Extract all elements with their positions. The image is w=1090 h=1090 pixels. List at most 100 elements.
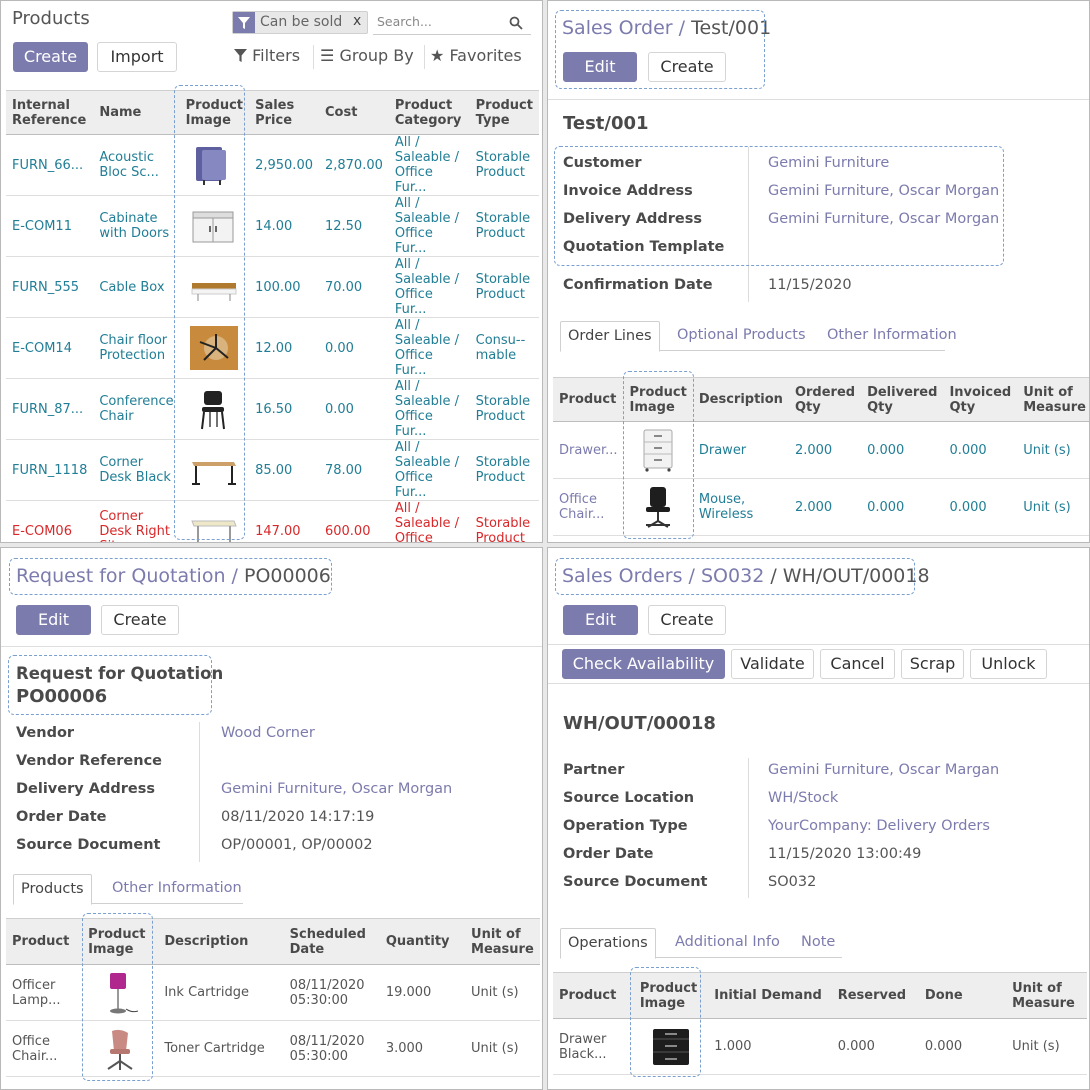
column-header[interactable]: Product xyxy=(6,918,83,965)
column-header[interactable]: Unit of Measure xyxy=(1006,972,1087,1019)
table-row[interactable]: E-COM14 Chair floor Protection 12.00 0.00 Al… xyxy=(6,317,539,379)
favorites-button[interactable]: ★ Favorites xyxy=(430,42,522,70)
cost[interactable]: 12.50 xyxy=(318,195,389,257)
facet-remove-icon[interactable]: x xyxy=(353,13,361,29)
cost[interactable]: 78.00 xyxy=(318,439,389,501)
product-name[interactable]: Drawer Black... xyxy=(553,1018,634,1075)
field-value[interactable]: Wood Corner xyxy=(221,725,315,741)
breadcrumb-parent-1[interactable]: Sales Orders xyxy=(562,565,683,587)
column-header[interactable]: Invoiced Qty xyxy=(943,377,1018,422)
breadcrumb-parent[interactable]: Sales Order xyxy=(562,17,673,39)
column-header[interactable]: Description xyxy=(158,918,284,965)
tab-optional-products[interactable]: Optional Products xyxy=(670,321,813,352)
field-value[interactable]: WH/Stock xyxy=(768,790,838,806)
unlock-button[interactable]: Unlock xyxy=(970,649,1047,679)
edit-button[interactable]: Edit xyxy=(563,605,638,635)
column-header[interactable]: Ordered Qty xyxy=(788,377,862,422)
description[interactable]: Drawer xyxy=(692,421,789,479)
column-header[interactable]: Name xyxy=(93,90,180,135)
column-header[interactable]: Description xyxy=(692,377,789,422)
product-type[interactable]: Storable Product xyxy=(469,439,539,501)
done[interactable]: 0.000 xyxy=(918,1018,1007,1075)
create-button[interactable]: Create xyxy=(13,42,88,72)
product-image-cell[interactable] xyxy=(179,317,250,379)
sales-price[interactable]: 2,950.00 xyxy=(249,134,319,196)
product-category[interactable]: All / Saleable / Office Fur... xyxy=(388,256,470,318)
delivered-qty[interactable]: 0.000 xyxy=(861,478,944,536)
create-button[interactable]: Create xyxy=(648,605,726,635)
column-header[interactable]: Product xyxy=(553,377,624,422)
cost[interactable]: 0.00 xyxy=(318,378,389,440)
product-image-cell[interactable] xyxy=(179,134,250,196)
unit-of-measure[interactable]: Unit (s) xyxy=(1017,421,1089,479)
product-category[interactable]: All / Saleable / Office Fur... xyxy=(388,317,470,379)
product-category[interactable]: All / Saleable / Office Fur... xyxy=(388,378,470,440)
product-category[interactable]: All / Saleable / Office Fur... xyxy=(388,500,470,542)
internal-reference[interactable]: FURN_87... xyxy=(6,378,94,440)
cost[interactable]: 70.00 xyxy=(318,256,389,318)
table-row[interactable]: E-COM06Corner Desk Right Sit 147.00600.00… xyxy=(6,500,539,542)
product-type[interactable]: Consu--mable xyxy=(469,317,539,379)
tab-other-information[interactable]: Other Information xyxy=(820,321,964,352)
product-image-cell[interactable] xyxy=(179,439,250,501)
product-category[interactable]: All / Saleable / Office Fur... xyxy=(388,439,470,501)
field-value[interactable]: Gemini Furniture, Oscar Margan xyxy=(768,762,999,778)
breadcrumb-parent[interactable]: Request for Quotation xyxy=(16,565,226,587)
product-name[interactable]: Chair floor Protection xyxy=(93,317,180,379)
initial-demand[interactable]: 1.000 xyxy=(708,1018,832,1075)
breadcrumb-parent-2[interactable]: SO032 xyxy=(701,565,764,587)
column-header[interactable]: Quantity xyxy=(379,918,466,965)
field-value[interactable]: Gemini Furniture, Oscar Morgan xyxy=(768,183,999,199)
cost[interactable]: 600.00 xyxy=(318,500,389,542)
column-header[interactable]: Sales Price xyxy=(249,90,319,135)
column-header[interactable]: Product Image xyxy=(633,972,709,1019)
product-name[interactable]: Cable Box xyxy=(93,256,180,318)
table-row[interactable]: FURN_87... Conference Chair 16.50 0.00 All /… xyxy=(6,378,539,440)
product-name[interactable]: Corner Desk Black xyxy=(93,439,180,501)
product-image-cell[interactable] xyxy=(179,256,250,318)
table-row[interactable]: FURN_66... Acoustic Bloc Sc... 2,950.00 2,8… xyxy=(6,134,539,196)
scrap-button[interactable]: Scrap xyxy=(901,649,964,679)
product-image-cell[interactable] xyxy=(82,964,159,1021)
delivered-qty[interactable]: 0.000 xyxy=(861,421,944,479)
ordered-qty[interactable]: 2.000 xyxy=(788,421,862,479)
unit-of-measure[interactable]: Unit (s) xyxy=(1006,1018,1087,1075)
search-input[interactable]: Search... xyxy=(373,11,531,35)
scheduled-date[interactable]: 08/11/2020 05:30:00 xyxy=(283,1020,380,1077)
validate-button[interactable]: Validate xyxy=(731,649,814,679)
column-header[interactable]: Product Image xyxy=(623,377,693,422)
column-header[interactable]: Initial Demand xyxy=(708,972,832,1019)
product-type[interactable]: Storable Product xyxy=(469,500,539,542)
product-name[interactable]: Drawer... xyxy=(553,421,624,479)
field-value[interactable]: Gemini Furniture xyxy=(768,155,889,171)
column-header[interactable]: Product Image xyxy=(179,90,250,135)
field-value[interactable]: Gemini Furniture, Oscar Morgan xyxy=(221,781,452,797)
search-facet[interactable]: Can be sold x xyxy=(232,11,368,34)
table-row[interactable]: Drawer Black... 1.000 0.000 0.000 Unit (s) xyxy=(553,1018,1087,1075)
product-image-cell[interactable] xyxy=(633,1018,709,1075)
column-header[interactable]: Delivered Qty xyxy=(861,377,944,422)
description[interactable]: Ink Cartridge xyxy=(158,964,284,1021)
scheduled-date[interactable]: 08/11/2020 05:30:00 xyxy=(283,964,380,1021)
product-image-cell[interactable] xyxy=(623,478,693,536)
sales-price[interactable]: 14.00 xyxy=(249,195,319,257)
groupby-button[interactable]: ☰ Group By xyxy=(320,42,414,70)
table-row[interactable]: FURN_1118 Corner Desk Black 85.00 78.00 All … xyxy=(6,439,539,501)
tab-other-information[interactable]: Other Information xyxy=(105,874,249,905)
quantity[interactable]: 3.000 xyxy=(379,1020,466,1077)
tab-operations[interactable]: Operations xyxy=(560,928,656,959)
unit-of-measure[interactable]: Unit (s) xyxy=(465,964,540,1021)
internal-reference[interactable]: FURN_555 xyxy=(6,256,94,318)
search-icon[interactable] xyxy=(509,15,523,34)
create-button[interactable]: Create xyxy=(648,52,726,82)
product-image-cell[interactable] xyxy=(179,378,250,440)
invoiced-qty[interactable]: 0.000 xyxy=(943,478,1018,536)
column-header[interactable]: Done xyxy=(918,972,1007,1019)
product-image-cell[interactable] xyxy=(623,421,693,479)
sales-price[interactable]: 147.00 xyxy=(249,500,319,542)
product-name[interactable]: Office Chair... xyxy=(553,478,624,536)
table-row[interactable]: Officer Lamp... Ink Cartridge 08/11/2020 05… xyxy=(6,964,540,1021)
product-name[interactable]: Cabinate with Doors xyxy=(93,195,180,257)
field-value[interactable]: Gemini Furniture, Oscar Morgan xyxy=(768,211,999,227)
table-row[interactable]: Drawer... Drawer 2.000 0.000 0.000 Unit (s) xyxy=(553,421,1089,479)
